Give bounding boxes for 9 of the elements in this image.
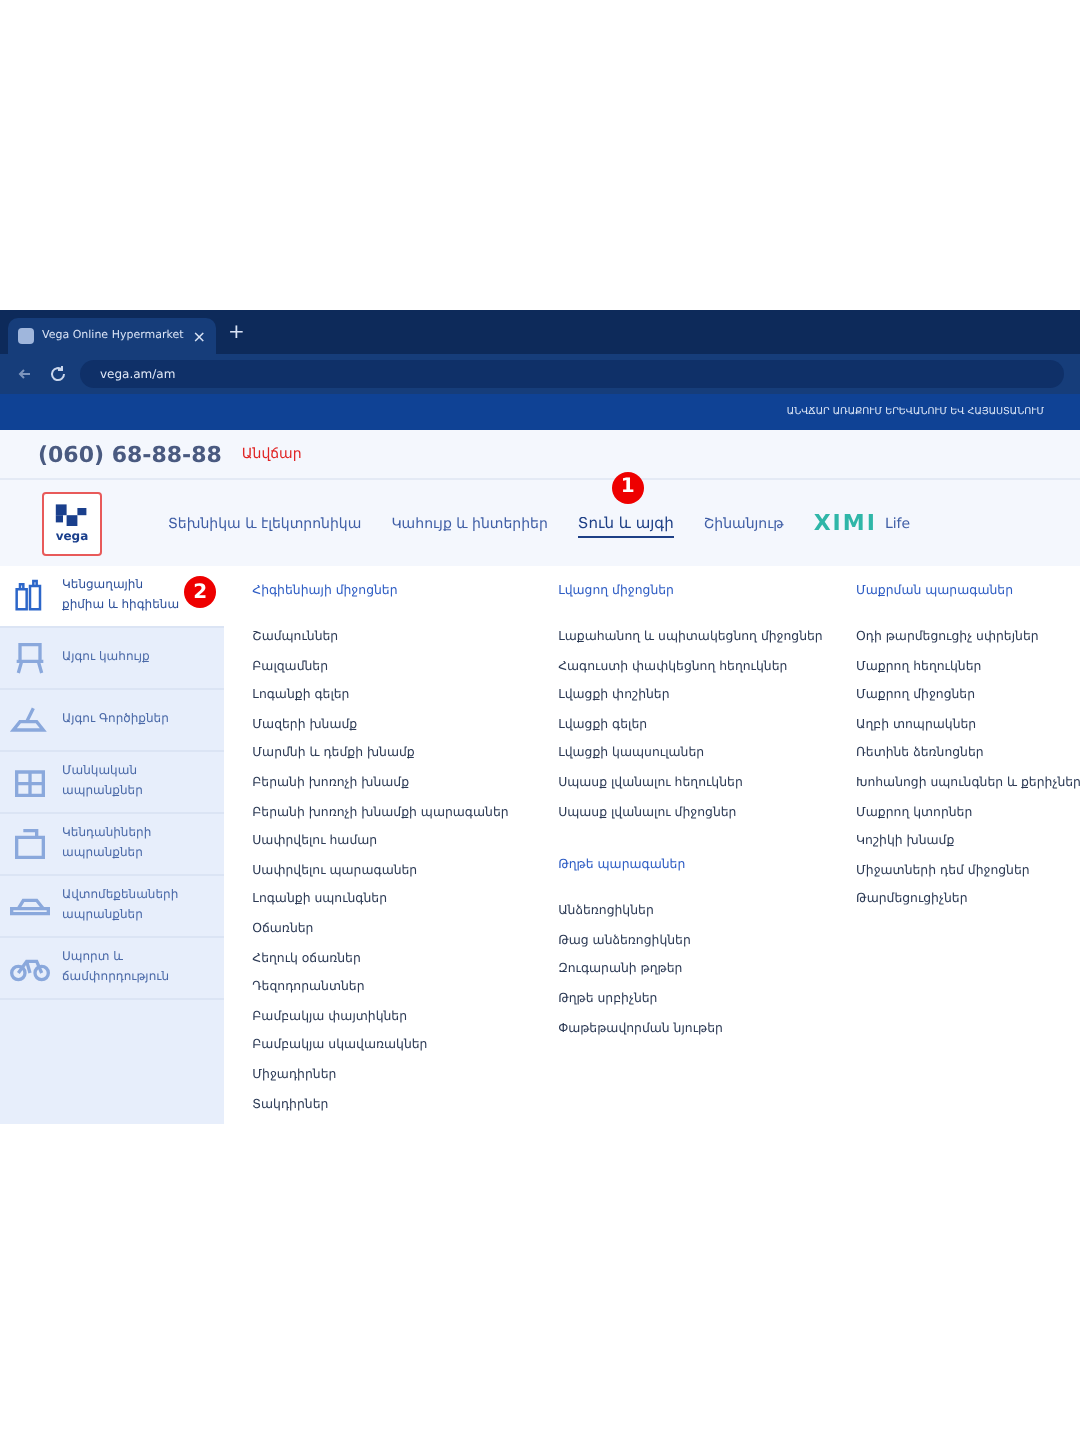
favicon-icon: [18, 328, 34, 344]
back-icon[interactable]: [16, 364, 36, 384]
close-tab-button[interactable]: ×: [192, 327, 206, 345]
phone-number: (060) 68-88-88: [38, 441, 222, 467]
car-icon: [10, 897, 50, 915]
brand-logo: XIMI: [813, 510, 877, 536]
step-marker: 2: [184, 576, 217, 608]
reload-icon[interactable]: [48, 364, 68, 384]
new-tab-button[interactable]: +: [228, 321, 245, 343]
